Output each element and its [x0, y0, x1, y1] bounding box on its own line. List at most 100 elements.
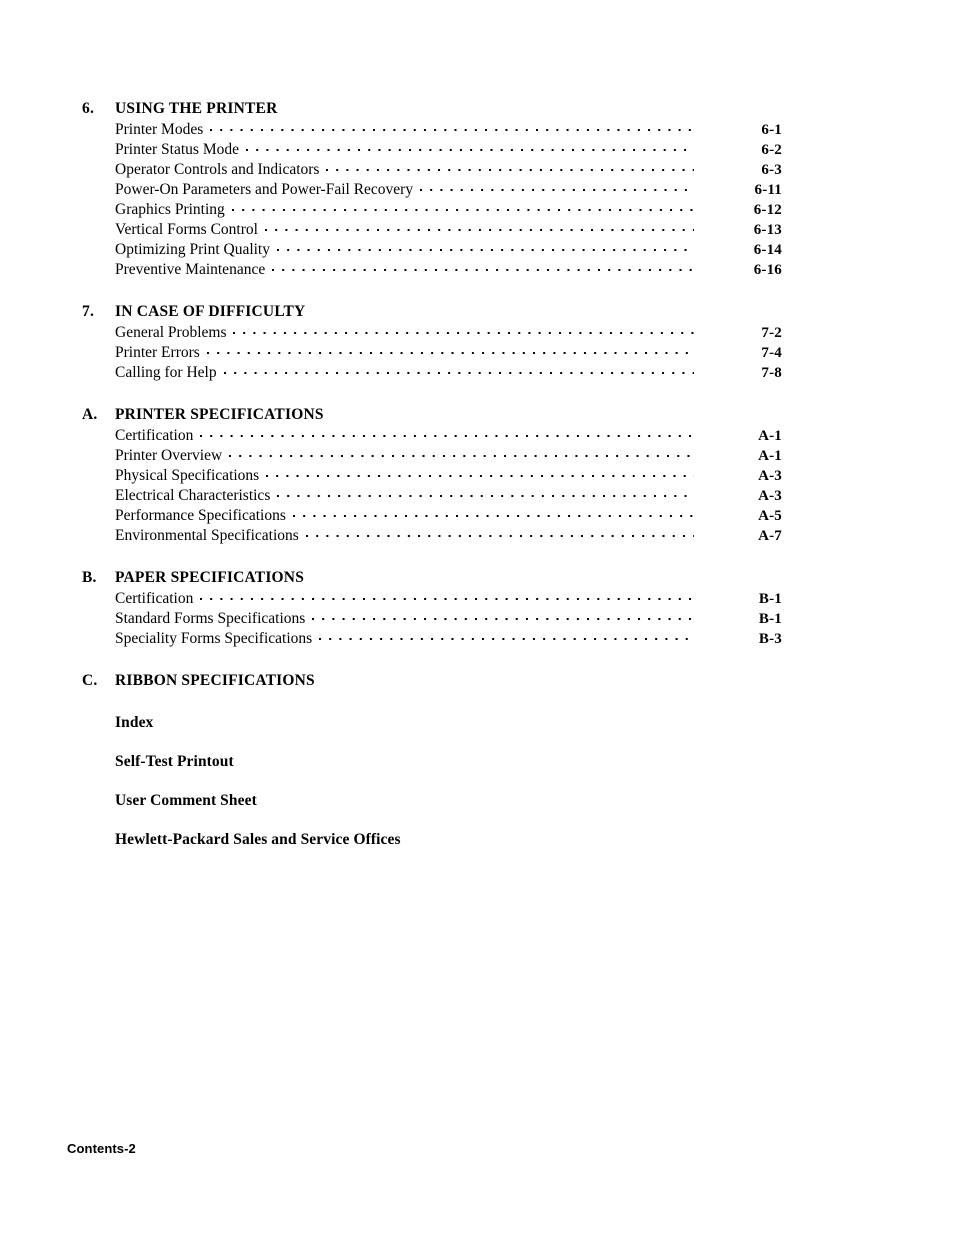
toc-entry-page: A-3 — [758, 468, 782, 484]
section-heading: A. PRINTER SPECIFICATIONS — [82, 404, 782, 425]
section-heading: 6. USING THE PRINTER — [82, 98, 782, 119]
section-title: IN CASE OF DIFFICULTY — [115, 303, 306, 320]
toc-entry-page: A-1 — [758, 428, 782, 444]
toc-entry-label: Certification — [115, 427, 194, 444]
toc-entry: Optimizing Print Quality 6-14 — [115, 240, 782, 260]
toc-section-a: A. PRINTER SPECIFICATIONS Certification … — [82, 404, 782, 546]
toc-entry-page: 6-12 — [753, 202, 782, 218]
toc-entry: Preventive Maintenance 6-16 — [115, 260, 782, 280]
toc-section-c: C. RIBBON SPECIFICATIONS — [82, 670, 782, 691]
toc-entry: Speciality Forms Specifications B-3 — [115, 629, 782, 649]
toc-entry-label: Operator Controls and Indicators — [115, 161, 320, 178]
section-entry-list: Printer Modes 6-1 Printer Status Mode 6-… — [82, 120, 782, 280]
toc-entry: Certification B-1 — [115, 589, 782, 609]
back-matter-item: User Comment Sheet — [115, 792, 257, 809]
toc-entry-label: Speciality Forms Specifications — [115, 630, 313, 647]
dot-leader — [200, 426, 694, 440]
toc-entry-page: B-1 — [758, 611, 782, 627]
dot-leader — [206, 343, 694, 357]
toc-entry: Power-On Parameters and Power-Fail Recov… — [115, 180, 782, 200]
toc-entry: Environmental Specifications A-7 — [115, 526, 782, 546]
toc-entry-label: Optimizing Print Quality — [115, 241, 270, 258]
section-title: PRINTER SPECIFICATIONS — [115, 406, 324, 423]
toc-entry-page: 6-2 — [761, 142, 782, 158]
toc-entry: Physical Specifications A-3 — [115, 466, 782, 486]
section-title: USING THE PRINTER — [115, 100, 278, 117]
dot-leader — [277, 240, 694, 254]
dot-leader — [326, 160, 694, 174]
toc-entry: Operator Controls and Indicators 6-3 — [115, 160, 782, 180]
toc-section-6: 6. USING THE PRINTER Printer Modes 6-1 P… — [82, 98, 782, 280]
toc-entry: Printer Overview A-1 — [115, 446, 782, 466]
section-number: 6. — [82, 100, 95, 117]
toc-entry-page: B-3 — [758, 631, 782, 647]
toc-entry: Printer Modes 6-1 — [115, 120, 782, 140]
back-matter-item: Hewlett-Packard Sales and Service Office… — [115, 831, 401, 848]
section-entry-list: Certification A-1 Printer Overview A-1 P… — [82, 426, 782, 546]
toc-entry-label: Physical Specifications — [115, 467, 260, 484]
toc-entry-label: Environmental Specifications — [115, 527, 299, 544]
section-entry-list: Certification B-1 Standard Forms Specifi… — [82, 589, 782, 649]
page-footer: Contents-2 — [67, 1141, 136, 1156]
toc-entry-label: Printer Errors — [115, 344, 200, 361]
toc-entry-page: A-7 — [758, 528, 782, 544]
toc-entry-label: Printer Overview — [115, 447, 223, 464]
dot-leader — [277, 486, 694, 500]
dot-leader — [233, 323, 694, 337]
toc-entry-page: B-1 — [758, 591, 782, 607]
dot-leader — [246, 140, 694, 154]
section-number: C. — [82, 672, 98, 689]
toc-entry-page: 6-14 — [753, 242, 782, 258]
toc-entry: Printer Errors 7-4 — [115, 343, 782, 363]
section-number: B. — [82, 569, 97, 586]
toc-entry-label: Printer Status Mode — [115, 141, 239, 158]
toc-entry-label: Preventive Maintenance — [115, 261, 266, 278]
section-number: A. — [82, 406, 98, 423]
toc-entry-label: Calling for Help — [115, 364, 217, 381]
back-matter-item: Self-Test Printout — [115, 753, 234, 770]
toc-entry-page: 7-4 — [761, 345, 782, 361]
section-title: RIBBON SPECIFICATIONS — [115, 672, 315, 689]
toc-entry: Graphics Printing 6-12 — [115, 200, 782, 220]
toc-entry: Performance Specifications A-5 — [115, 506, 782, 526]
toc-entry-label: Graphics Printing — [115, 201, 225, 218]
toc-entry-page: 6-3 — [761, 162, 782, 178]
dot-leader — [312, 609, 694, 623]
dot-leader — [319, 629, 694, 643]
toc-entry: General Problems 7-2 — [115, 323, 782, 343]
dot-leader — [272, 260, 694, 274]
dot-leader — [210, 120, 694, 134]
dot-leader — [420, 180, 694, 194]
dot-leader — [292, 506, 694, 520]
toc-entry-label: Printer Modes — [115, 121, 204, 138]
toc-entry: Certification A-1 — [115, 426, 782, 446]
toc-entry-page: 6-13 — [753, 222, 782, 238]
back-matter-item: Index — [115, 714, 154, 731]
toc-entry-page: A-1 — [758, 448, 782, 464]
toc-entry-page: 6-1 — [761, 122, 782, 138]
section-number: 7. — [82, 303, 95, 320]
table-of-contents: 6. USING THE PRINTER Printer Modes 6-1 P… — [82, 98, 782, 850]
section-heading: C. RIBBON SPECIFICATIONS — [82, 670, 782, 691]
toc-entry-label: General Problems — [115, 324, 227, 341]
back-matter-list: Index Self-Test Printout User Comment Sh… — [82, 713, 782, 850]
dot-leader — [229, 446, 694, 460]
dot-leader — [266, 466, 694, 480]
toc-entry-label: Vertical Forms Control — [115, 221, 258, 238]
toc-entry: Vertical Forms Control 6-13 — [115, 220, 782, 240]
section-heading: B. PAPER SPECIFICATIONS — [82, 567, 782, 588]
toc-entry-label: Standard Forms Specifications — [115, 610, 306, 627]
dot-leader — [305, 526, 694, 540]
toc-entry-label: Certification — [115, 590, 194, 607]
toc-section-b: B. PAPER SPECIFICATIONS Certification B-… — [82, 567, 782, 649]
section-heading: 7. IN CASE OF DIFFICULTY — [82, 301, 782, 322]
toc-entry-page: 7-2 — [761, 325, 782, 341]
toc-section-7: 7. IN CASE OF DIFFICULTY General Problem… — [82, 301, 782, 383]
dot-leader — [223, 363, 694, 377]
toc-entry: Standard Forms Specifications B-1 — [115, 609, 782, 629]
toc-entry-label: Power-On Parameters and Power-Fail Recov… — [115, 181, 414, 198]
toc-entry: Calling for Help 7-8 — [115, 363, 782, 383]
dot-leader — [231, 200, 694, 214]
section-title: PAPER SPECIFICATIONS — [115, 569, 305, 586]
toc-entry-page: 6-11 — [754, 182, 782, 198]
